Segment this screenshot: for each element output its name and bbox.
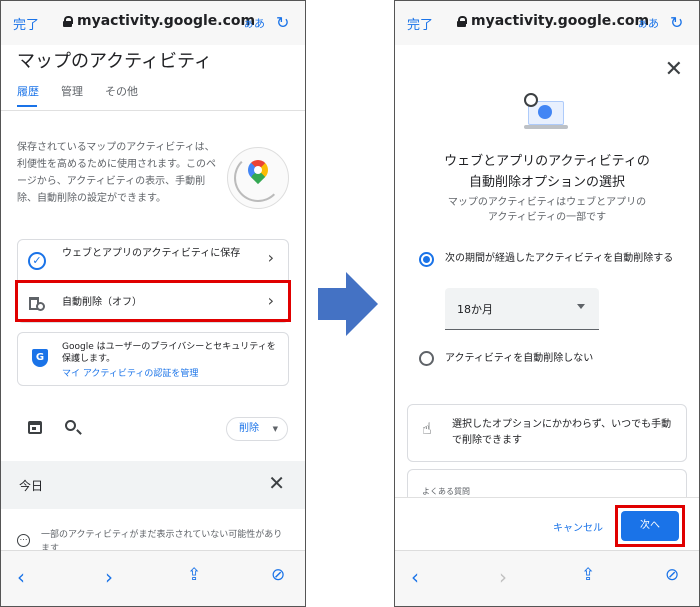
- period-value: 18か月: [457, 303, 493, 316]
- left-phone-screen: 完了 myactivity.google.com ぁあ ↻ マップのアクティビテ…: [0, 0, 306, 607]
- option-auto-delete-label: 次の期間が経過したアクティビティを自動削除する: [445, 253, 674, 264]
- back-icon[interactable]: ‹: [17, 565, 25, 589]
- url-text: myactivity.google.com: [471, 13, 650, 29]
- auto-delete-illustration-icon: [524, 93, 568, 133]
- tab-other[interactable]: その他: [105, 83, 138, 99]
- manual-delete-info-text: 選択したオプションにかかわらず、いつでも手動で削除できます: [452, 419, 672, 446]
- reload-icon[interactable]: ↻: [276, 13, 289, 32]
- search-icon[interactable]: [65, 420, 76, 431]
- page-title: マップのアクティビティ: [17, 51, 212, 72]
- text-size-button[interactable]: ぁあ: [637, 15, 659, 31]
- browser-top-bar: 完了 myactivity.google.com ぁあ ↻: [395, 1, 699, 45]
- dialog-title-line2: 自動削除オプションの選択: [468, 175, 625, 190]
- browser-bottom-bar: ‹ › ⇪ ⊘: [1, 550, 305, 606]
- faq-label: よくある質問: [422, 487, 470, 496]
- close-icon[interactable]: ✕: [665, 57, 683, 82]
- reload-icon[interactable]: ↻: [670, 13, 683, 32]
- dialog-title-line1: ウェブとアプリのアクティビティの: [444, 154, 650, 169]
- highlight-next-button: [615, 505, 685, 547]
- lock-icon: [457, 15, 467, 27]
- caret-down-icon: [577, 304, 585, 309]
- close-icon[interactable]: ✕: [268, 471, 285, 495]
- delete-label: 削除: [239, 423, 259, 434]
- right-arrow-icon: [318, 272, 378, 336]
- compass-icon[interactable]: ⊘: [665, 565, 679, 585]
- browser-bottom-bar: ‹ › ⇪ ⊘: [395, 550, 699, 606]
- setting-web-app-activity-label: ウェブとアプリのアクティビティに保存: [62, 248, 241, 259]
- tab-history[interactable]: 履歴: [17, 83, 39, 107]
- radio-auto-delete[interactable]: [419, 252, 434, 267]
- dialog-subtitle: マップのアクティビティはウェブとアプリの アクティビティの一部です: [415, 195, 679, 225]
- share-icon[interactable]: ⇪: [581, 565, 595, 585]
- touch-hand-icon: ☝: [422, 419, 432, 438]
- url-bar[interactable]: myactivity.google.com: [457, 13, 649, 29]
- url-bar[interactable]: myactivity.google.com: [63, 13, 255, 29]
- done-button[interactable]: 完了: [13, 14, 39, 33]
- dialog-subtitle-line1: マップのアクティビティはウェブとアプリの: [447, 197, 647, 208]
- right-phone-screen: 完了 myactivity.google.com ぁあ ↻ ✕ ウェブとアプリの…: [394, 0, 700, 607]
- url-text: myactivity.google.com: [77, 13, 256, 29]
- security-card: G Google はユーザーのプライバシーとセキュリティを保護します。 マイ ア…: [17, 332, 289, 386]
- done-button[interactable]: 完了: [407, 14, 433, 33]
- option-no-auto-delete-label: アクティビティを自動削除しない: [445, 353, 594, 364]
- forward-icon[interactable]: ›: [499, 565, 507, 589]
- share-icon[interactable]: ⇪: [187, 565, 201, 585]
- highlight-auto-delete: [15, 280, 291, 322]
- compass-icon[interactable]: ⊘: [271, 565, 285, 585]
- more-icon: ⋯: [17, 534, 30, 547]
- chevron-right-icon: ›: [267, 248, 274, 267]
- tab-divider: [1, 110, 305, 111]
- today-header: 今日 ✕: [1, 461, 305, 509]
- dialog-subtitle-line2: アクティビティの一部です: [487, 212, 607, 223]
- calendar-icon[interactable]: [28, 421, 42, 434]
- setting-web-app-activity[interactable]: ✓ ウェブとアプリのアクティビティに保存 ›: [18, 240, 288, 282]
- text-size-button[interactable]: ぁあ: [243, 15, 265, 31]
- delete-dropdown-button[interactable]: 削除 ▼: [226, 417, 288, 441]
- google-shield-icon: G: [32, 349, 48, 367]
- security-text: Google はユーザーのプライバシーとセキュリティを保護します。: [62, 342, 276, 364]
- caret-down-icon: ▼: [272, 425, 278, 433]
- radio-no-auto-delete[interactable]: [419, 351, 434, 366]
- manual-delete-info-card: ☝ 選択したオプションにかかわらず、いつでも手動で削除できます: [407, 404, 687, 462]
- maps-logo: [227, 147, 289, 209]
- intro-text: 保存されているマップのアクティビティは、利便性を高めるために使用されます。このペ…: [17, 142, 216, 204]
- tab-manage[interactable]: 管理: [61, 83, 83, 99]
- check-circle-icon: ✓: [28, 252, 46, 270]
- browser-top-bar: 完了 myactivity.google.com ぁあ ↻: [1, 1, 305, 45]
- dialog-title: ウェブとアプリのアクティビティの 自動削除オプションの選択: [415, 151, 679, 193]
- forward-icon[interactable]: ›: [105, 565, 113, 589]
- lock-icon: [63, 15, 73, 27]
- back-icon[interactable]: ‹: [411, 565, 419, 589]
- manage-verification-link[interactable]: マイ アクティビティの認証を管理: [62, 366, 198, 379]
- tab-bar: 履歴 管理 その他: [17, 83, 138, 107]
- cancel-button[interactable]: キャンセル: [553, 519, 603, 534]
- today-label: 今日: [19, 479, 44, 493]
- toolbar-row: 削除 ▼: [1, 411, 305, 445]
- period-select[interactable]: 18か月: [445, 288, 599, 330]
